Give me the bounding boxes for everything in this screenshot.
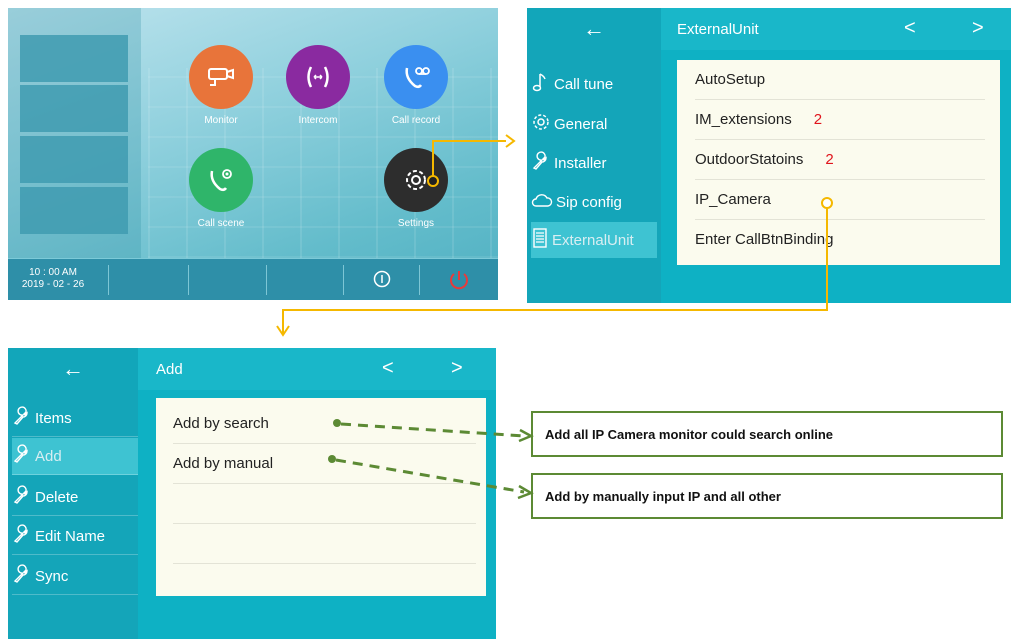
connector-dot	[328, 455, 336, 463]
connector-line	[335, 458, 525, 494]
connector-dot	[333, 419, 341, 427]
connector-arrowhead	[518, 428, 534, 443]
connector-dot	[427, 175, 439, 187]
connector-line	[432, 140, 506, 180]
connector-line	[282, 208, 828, 333]
connector-dot	[821, 197, 833, 209]
connector-overlay	[276, 134, 833, 500]
connector-arrowhead	[517, 484, 534, 500]
connector-line	[340, 422, 525, 438]
connector-arrowhead	[505, 134, 516, 148]
